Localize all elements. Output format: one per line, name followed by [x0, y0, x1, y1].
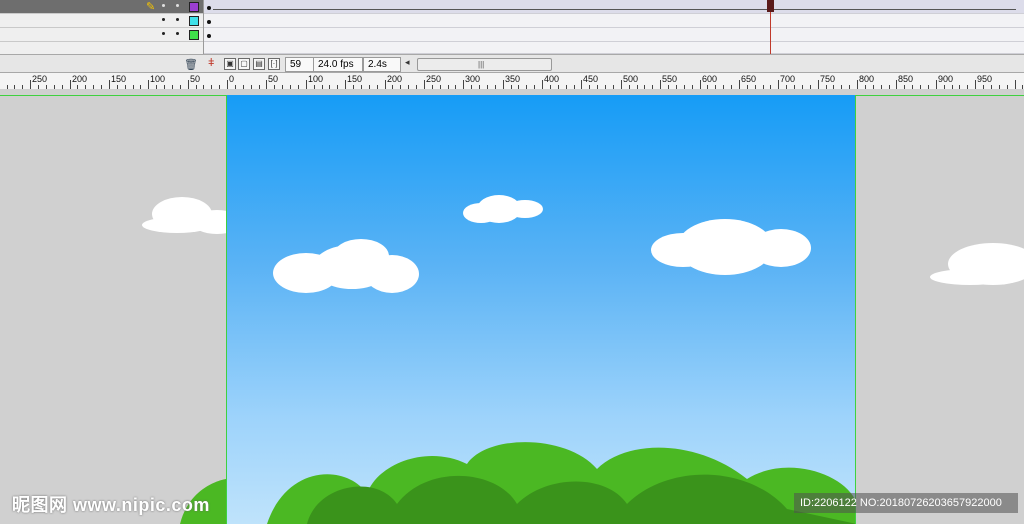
keyframe[interactable] [207, 34, 211, 38]
ruler-label: 950 [977, 74, 993, 84]
ruler-tick [857, 80, 858, 89]
ruler-label: 450 [583, 74, 599, 84]
ruler-tick [936, 80, 937, 89]
lock-dot[interactable] [176, 32, 179, 35]
tween-line [213, 9, 1016, 10]
center-frame-icon[interactable]: ǂ [208, 57, 214, 69]
timeline-frames[interactable] [204, 0, 1024, 54]
ruler-tick [266, 80, 267, 89]
watermark-site: 昵图网 www.nipic.com [12, 495, 210, 515]
ruler-tick [345, 80, 346, 89]
ruler-label: 250 [426, 74, 442, 84]
ruler-tick [30, 80, 31, 89]
ruler-tick [109, 80, 110, 89]
onion-skin-icon[interactable]: ▣ [224, 58, 236, 70]
ruler-label: 100 [150, 74, 166, 84]
cloud[interactable] [651, 219, 811, 275]
onion-skin-outlines-icon[interactable]: ▢ [238, 58, 250, 70]
ruler-label: 750 [820, 74, 836, 84]
ruler-label: 50 [190, 74, 201, 84]
lock-dot[interactable] [176, 4, 179, 7]
keyframe[interactable] [207, 6, 211, 10]
scroll-left-icon[interactable]: ◂ [405, 57, 410, 68]
ruler-tick [621, 80, 622, 89]
current-frame-field: 59 [285, 57, 315, 72]
ruler-label: 800 [859, 74, 875, 84]
lock-dot[interactable] [176, 18, 179, 21]
frame-row[interactable] [204, 0, 1024, 14]
ruler-label: 700 [780, 74, 796, 84]
ruler-label: 900 [938, 74, 954, 84]
ruler-label: 0 [229, 74, 235, 84]
ruler-tick [739, 80, 740, 89]
ruler-label: 250 [32, 74, 48, 84]
stage-canvas[interactable] [226, 95, 856, 524]
ruler-label: 150 [347, 74, 363, 84]
stage-work-area[interactable] [0, 89, 1024, 524]
ruler-label: 150 [111, 74, 127, 84]
ruler-tick [148, 80, 149, 89]
bushes [267, 442, 855, 524]
ruler-label: 100 [308, 74, 324, 84]
scroll-grip-icon: ||| [478, 60, 485, 69]
ruler-tick [896, 80, 897, 89]
frame-row[interactable] [204, 28, 1024, 42]
ruler-label: 200 [387, 74, 403, 84]
visibility-dot[interactable] [162, 18, 165, 21]
playhead-handle[interactable] [767, 0, 774, 12]
timeline-status-bar: 🗑 ǂ ▣ ▢ ▤ [·] 59 24.0 fps 2.4s ◂ ||| [0, 54, 1024, 73]
cloud[interactable] [930, 241, 1024, 289]
ruler-tick [503, 80, 504, 89]
layer-row[interactable] [0, 28, 203, 42]
horizontal-ruler: 250 200 150 100 50 0 50 100 150 200 250 300 350 400 45… [0, 73, 1024, 90]
ruler-label: 550 [662, 74, 678, 84]
cloud[interactable] [273, 239, 419, 295]
keyframe[interactable] [207, 20, 211, 24]
ruler-tick [542, 80, 543, 89]
modify-markers-icon[interactable]: [·] [268, 58, 280, 70]
ruler-tick [463, 80, 464, 89]
elapsed-time-field: 2.4s [363, 57, 401, 72]
watermark-id: ID:2206122 NO:20180726203657922000 [794, 493, 1018, 513]
ruler-tick [306, 80, 307, 89]
frame-rate-field[interactable]: 24.0 fps [313, 57, 363, 72]
ruler-tick [227, 80, 228, 89]
layers-panel: ✎ [0, 0, 204, 54]
timeline-scrollbar[interactable]: ||| [417, 58, 552, 71]
ruler-label: 850 [898, 74, 914, 84]
outline-color-swatch[interactable] [189, 16, 199, 26]
ruler-tick [660, 80, 661, 89]
ruler-tick [424, 80, 425, 89]
outline-color-swatch[interactable] [189, 2, 199, 12]
edit-multiple-frames-icon[interactable]: ▤ [253, 58, 265, 70]
layer-row[interactable] [0, 14, 203, 28]
ruler-tick [1015, 80, 1016, 89]
cloud[interactable] [463, 195, 543, 225]
ruler-label: 400 [544, 74, 560, 84]
ruler-tick [975, 80, 976, 89]
layer-row-empty [0, 42, 203, 54]
ruler-tick [385, 80, 386, 89]
ruler-label: 650 [741, 74, 757, 84]
ruler-tick [818, 80, 819, 89]
ruler-label: 500 [623, 74, 639, 84]
outline-color-swatch[interactable] [189, 30, 199, 40]
ruler-label: 350 [505, 74, 521, 84]
ruler-tick [581, 80, 582, 89]
pencil-icon: ✎ [146, 1, 156, 13]
ruler-label: 200 [72, 74, 88, 84]
ruler-label: 50 [268, 74, 279, 84]
frame-row-empty [204, 42, 1024, 54]
ruler-tick [188, 80, 189, 89]
visibility-dot[interactable] [162, 32, 165, 35]
ruler-tick [700, 80, 701, 89]
ruler-tick [778, 80, 779, 89]
layer-row[interactable]: ✎ [0, 0, 203, 14]
ruler-tick [70, 80, 71, 89]
trash-icon[interactable]: 🗑 [184, 58, 198, 71]
visibility-dot[interactable] [162, 4, 165, 7]
frame-row[interactable] [204, 14, 1024, 28]
ruler-label: 600 [702, 74, 718, 84]
ruler-label: 300 [465, 74, 481, 84]
